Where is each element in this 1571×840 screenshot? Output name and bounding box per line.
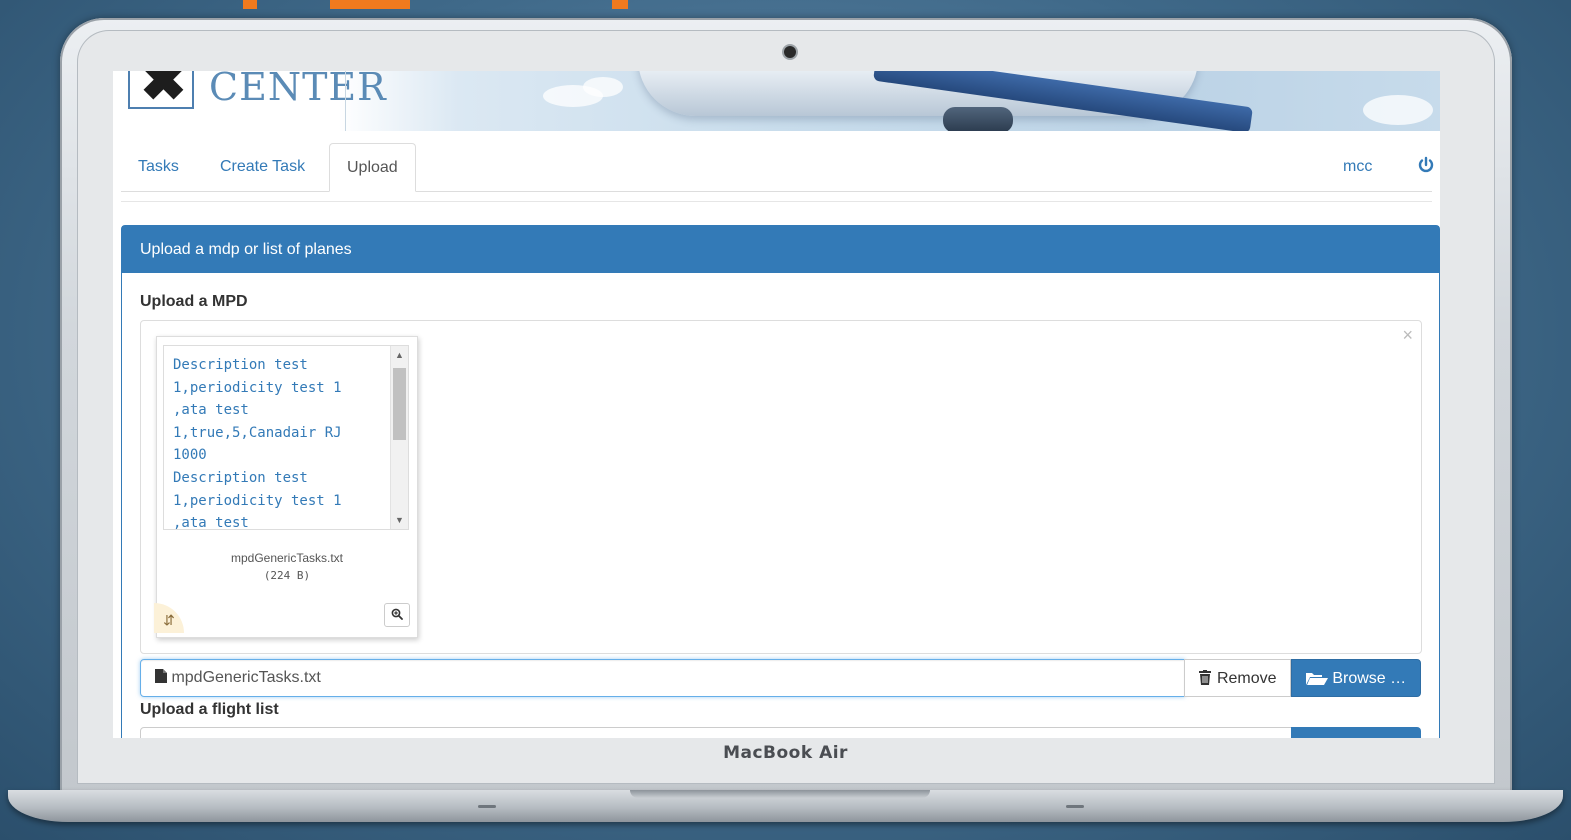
laptop-foot: [478, 805, 496, 808]
cloud-decoration: [583, 77, 623, 97]
power-icon[interactable]: [1417, 143, 1435, 190]
file-icon: [155, 669, 171, 686]
file-preview-text[interactable]: Description test 1,periodicity test 1 ,a…: [163, 345, 409, 530]
file-preview-card: Description test 1,periodicity test 1 ,a…: [154, 336, 418, 638]
tab-tasks[interactable]: Tasks: [121, 143, 196, 190]
preview-file-name: mpdGenericTasks.txt: [230, 551, 344, 565]
zoom-button[interactable]: [384, 603, 410, 627]
logo-text: CENTER: [209, 71, 387, 109]
laptop-foot: [1066, 805, 1084, 808]
preview-scrollbar[interactable]: ▲ ▼: [390, 346, 408, 529]
flight-file-caption-field[interactable]: [140, 727, 1297, 738]
flight-browse-button[interactable]: [1291, 727, 1421, 738]
browse-button-label: Browse …: [1332, 670, 1407, 687]
main-nav: Tasks Create Task Upload mcc: [121, 143, 1435, 192]
preview-file-size: (224 B): [263, 569, 311, 582]
mpd-file-input-group: mpdGenericTasks.txt Remove Browse …: [140, 659, 1422, 697]
logo: ✖: [128, 71, 194, 109]
browse-button[interactable]: Browse …: [1291, 659, 1421, 697]
camera-icon: [784, 46, 796, 58]
remove-button-label: Remove: [1216, 670, 1277, 687]
user-menu[interactable]: mcc: [1343, 143, 1372, 190]
tab-upload[interactable]: Upload: [329, 143, 416, 192]
tab-create-task[interactable]: Create Task: [203, 143, 322, 190]
nav-divider: [121, 201, 1432, 202]
close-icon[interactable]: ×: [1402, 325, 1413, 346]
scroll-up-icon[interactable]: ▲: [395, 350, 404, 360]
app-screen: ✖ CENTER Tasks Create Task Upload mcc Up…: [113, 71, 1440, 738]
scroll-down-icon[interactable]: ▼: [395, 515, 404, 525]
tools-icon: ✖: [140, 71, 187, 112]
zoom-in-icon: [391, 608, 403, 622]
airplane-engine: [943, 107, 1013, 131]
file-caption-text: mpdGenericTasks.txt: [171, 669, 321, 686]
file-caption-field[interactable]: mpdGenericTasks.txt: [140, 659, 1185, 697]
banner-divider: [345, 71, 346, 131]
mpd-section-label: Upload a MPD: [140, 293, 248, 310]
drag-handle-icon[interactable]: ⇵: [154, 603, 184, 633]
device-brand-label: MacBook Air: [723, 743, 848, 763]
folder-open-icon: [1305, 670, 1332, 687]
laptop-notch: [630, 790, 930, 798]
panel-heading: Upload a mdp or list of planes: [122, 226, 1439, 273]
flight-section-label: Upload a flight list: [140, 701, 279, 718]
remove-button[interactable]: Remove: [1184, 659, 1291, 697]
mpd-dropzone[interactable]: × Description test 1,periodicity test 1 …: [140, 320, 1422, 654]
cloud-decoration: [1363, 95, 1433, 125]
top-accent-strip: [0, 0, 1571, 9]
trash-icon: [1198, 670, 1216, 687]
upload-panel: Upload a mdp or list of planes Upload a …: [121, 225, 1440, 738]
scrollbar-thumb[interactable]: [393, 368, 406, 440]
header-banner: ✖ CENTER: [113, 71, 1440, 131]
file-preview-content: Description test 1,periodicity test 1 ,a…: [173, 357, 342, 530]
